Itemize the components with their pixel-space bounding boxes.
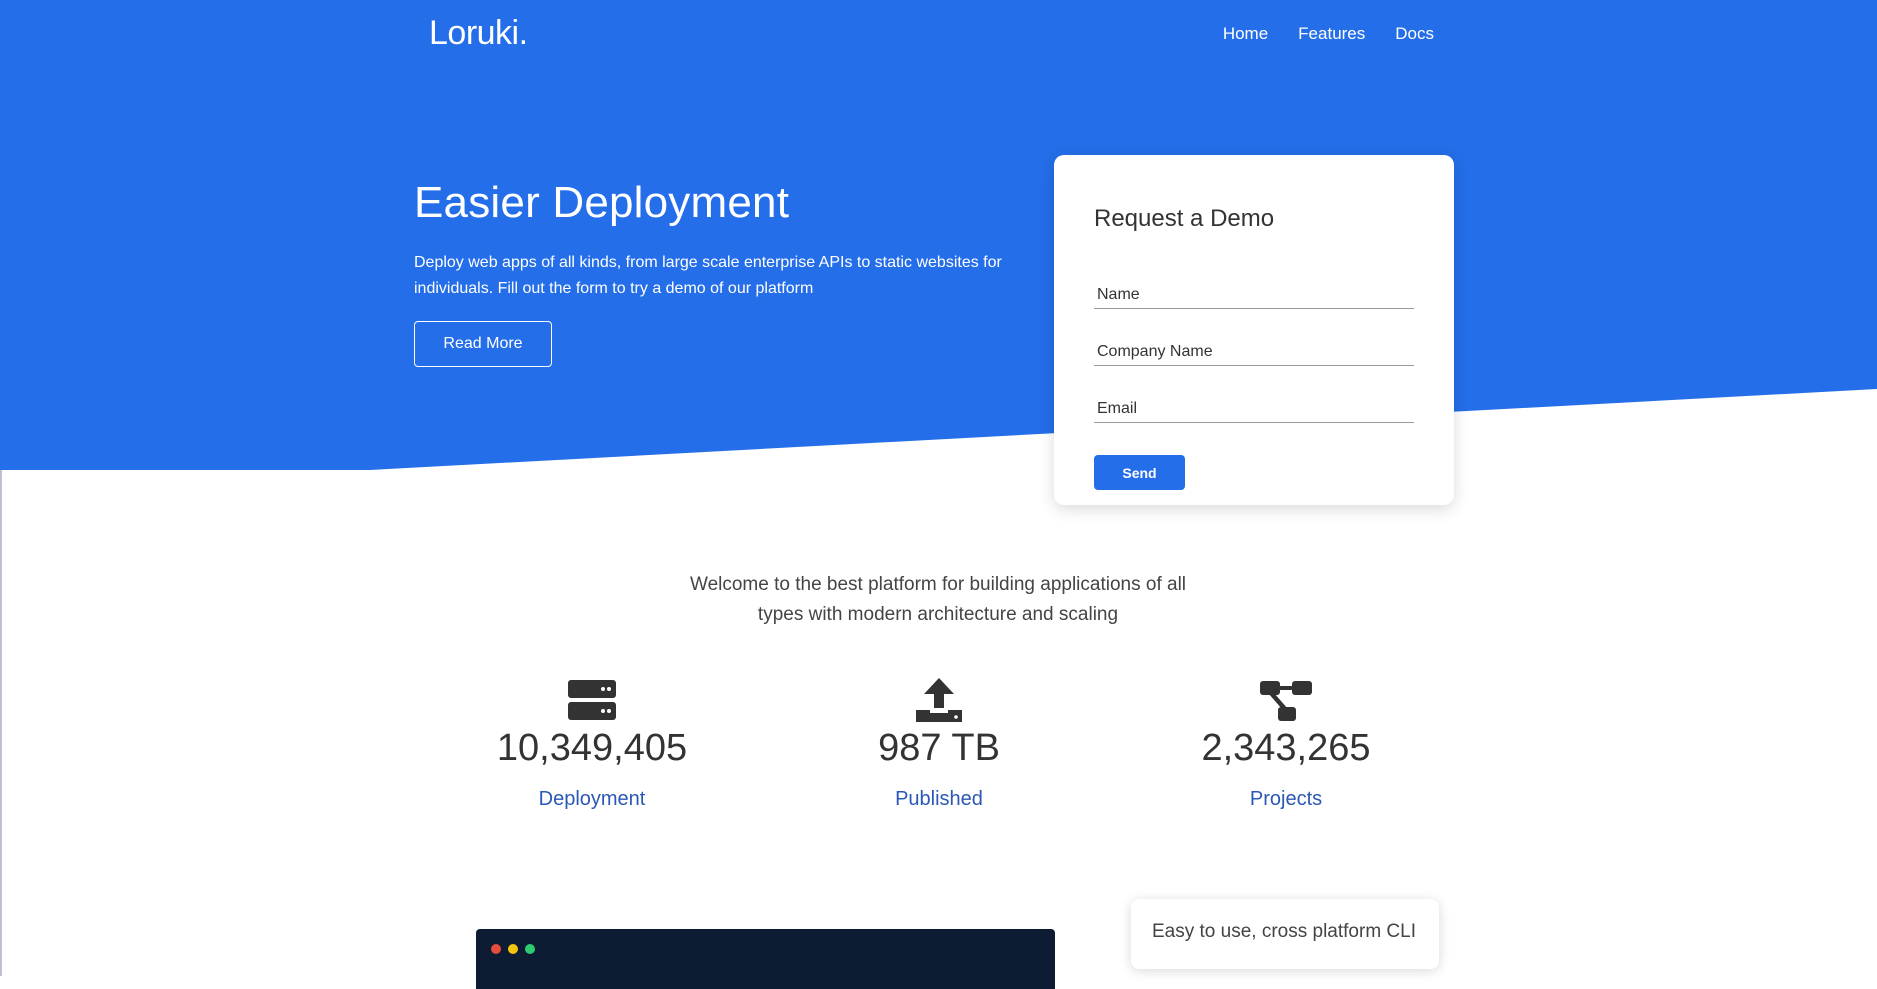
hero-title: Easier Deployment — [414, 178, 790, 227]
nav-features[interactable]: Features — [1298, 24, 1365, 44]
stat-value: 10,349,405 — [496, 727, 688, 769]
hero-background — [0, 0, 1877, 470]
welcome-text: Welcome to the best platform for buildin… — [689, 574, 1187, 625]
hero-subtitle: Deploy web apps of all kinds, from large… — [414, 254, 1002, 297]
demo-request-card: Request a Demo Send — [1054, 155, 1454, 505]
read-more-button[interactable]: Read More — [414, 321, 552, 367]
terminal-window — [476, 929, 1055, 989]
project-diagram-icon — [1260, 681, 1312, 721]
maximize-dot-icon — [525, 944, 535, 954]
stat-value: 987 TB — [878, 727, 1000, 769]
name-field[interactable] — [1094, 281, 1414, 309]
stat-label[interactable]: Published — [809, 788, 1069, 811]
stat-label[interactable]: Deployment — [462, 788, 722, 811]
upload-icon — [916, 678, 962, 722]
send-button[interactable]: Send — [1094, 455, 1185, 490]
close-dot-icon — [491, 944, 501, 954]
page-edge — [0, 470, 2, 976]
minimize-dot-icon — [508, 944, 518, 954]
stat-deployment: 10,349,405 Deployment — [462, 675, 722, 811]
stat-published: 987 TB Published — [809, 675, 1069, 811]
demo-title: Request a Demo — [1094, 205, 1275, 232]
server-icon — [568, 680, 616, 720]
brand-logo[interactable]: Loruki. — [429, 14, 528, 53]
stat-value: 2,343,265 — [1201, 727, 1371, 769]
nav-home[interactable]: Home — [1223, 24, 1268, 44]
nav-docs[interactable]: Docs — [1395, 24, 1434, 44]
stat-projects: 2,343,265 Projects — [1156, 675, 1416, 811]
company-name-field[interactable] — [1094, 338, 1414, 366]
top-nav: Home Features Docs — [1193, 24, 1434, 44]
email-field[interactable] — [1094, 395, 1414, 423]
stat-label[interactable]: Projects — [1156, 788, 1416, 811]
cli-feature-card: Easy to use, cross platform CLI — [1131, 899, 1439, 969]
